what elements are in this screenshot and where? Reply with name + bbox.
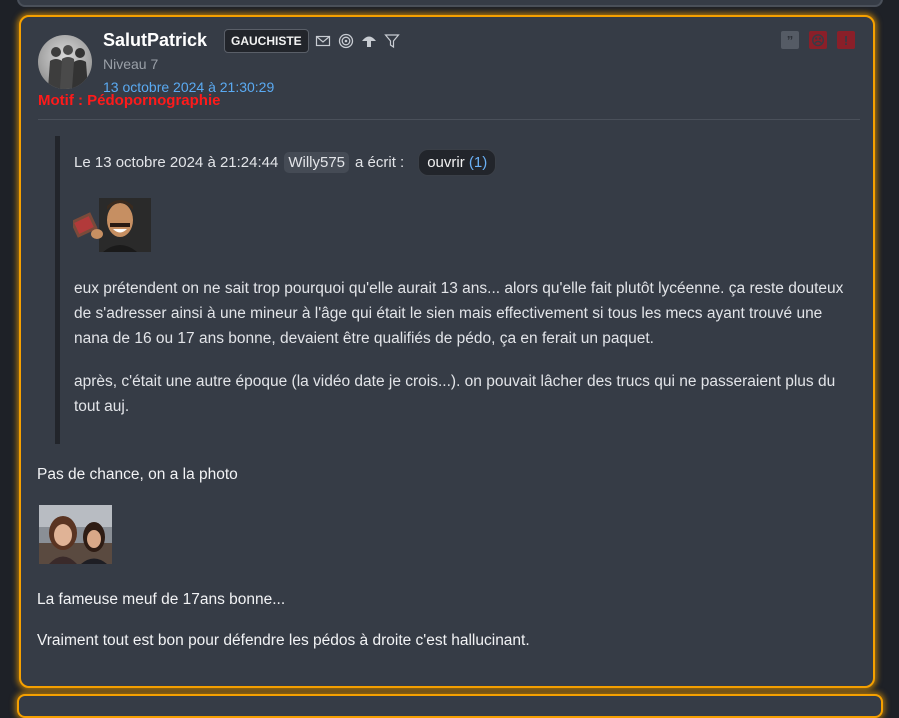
previous-post [17, 0, 883, 7]
report-button[interactable]: ! [837, 31, 855, 49]
quote-date: Le 13 octobre 2024 à 21:24:44 [74, 154, 279, 171]
filter-icon[interactable] [384, 33, 400, 49]
quote-author[interactable]: Willy575 [284, 152, 350, 173]
photo-thumbnail[interactable] [39, 505, 112, 564]
risitas-sticker-image[interactable] [70, 192, 151, 252]
user-badge: GAUCHISTE [224, 29, 309, 53]
moderation-reason: Motif : Pédopornographie [38, 92, 221, 109]
post-body-line: Vraiment tout est bon pour défendre les … [37, 632, 530, 649]
quote-button[interactable]: ” [781, 31, 799, 49]
post-body-line: Pas de chance, on a la photo [37, 466, 238, 483]
separator [38, 119, 860, 120]
forum-post: SalutPatrick GAUCHISTE Niveau 7 13 octob… [19, 15, 875, 688]
next-post [17, 694, 883, 718]
spiral-icon[interactable] [338, 33, 354, 49]
post-body-line: La fameuse meuf de 17ans bonne... [37, 591, 286, 608]
post-actions: ” ☹ ! [781, 31, 855, 49]
quote-suffix: a écrit : [355, 154, 405, 171]
open-label: ouvrir [427, 154, 465, 171]
user-level: Niveau 7 [103, 56, 159, 72]
avatar[interactable] [38, 35, 92, 89]
quote-paragraph: après, c'était une autre époque (la vidé… [74, 373, 836, 415]
open-quote-button[interactable]: ouvrir (1) [418, 149, 497, 176]
username[interactable]: SalutPatrick [103, 30, 207, 51]
block-user-button[interactable]: ☹ [809, 31, 827, 49]
quote-header: Le 13 octobre 2024 à 21:24:44 Willy575 a… [74, 149, 497, 176]
quote-text: eux prétendent on ne sait trop pourquoi … [74, 276, 854, 437]
mail-icon[interactable] [315, 33, 331, 49]
open-count: (1) [468, 154, 488, 171]
profile-icons [315, 33, 400, 49]
quote-block: Le 13 octobre 2024 à 21:24:44 Willy575 a… [55, 136, 863, 444]
quote-paragraph: eux prétendent on ne sait trop pourquoi … [74, 280, 844, 347]
mushroom-icon[interactable] [361, 33, 377, 49]
